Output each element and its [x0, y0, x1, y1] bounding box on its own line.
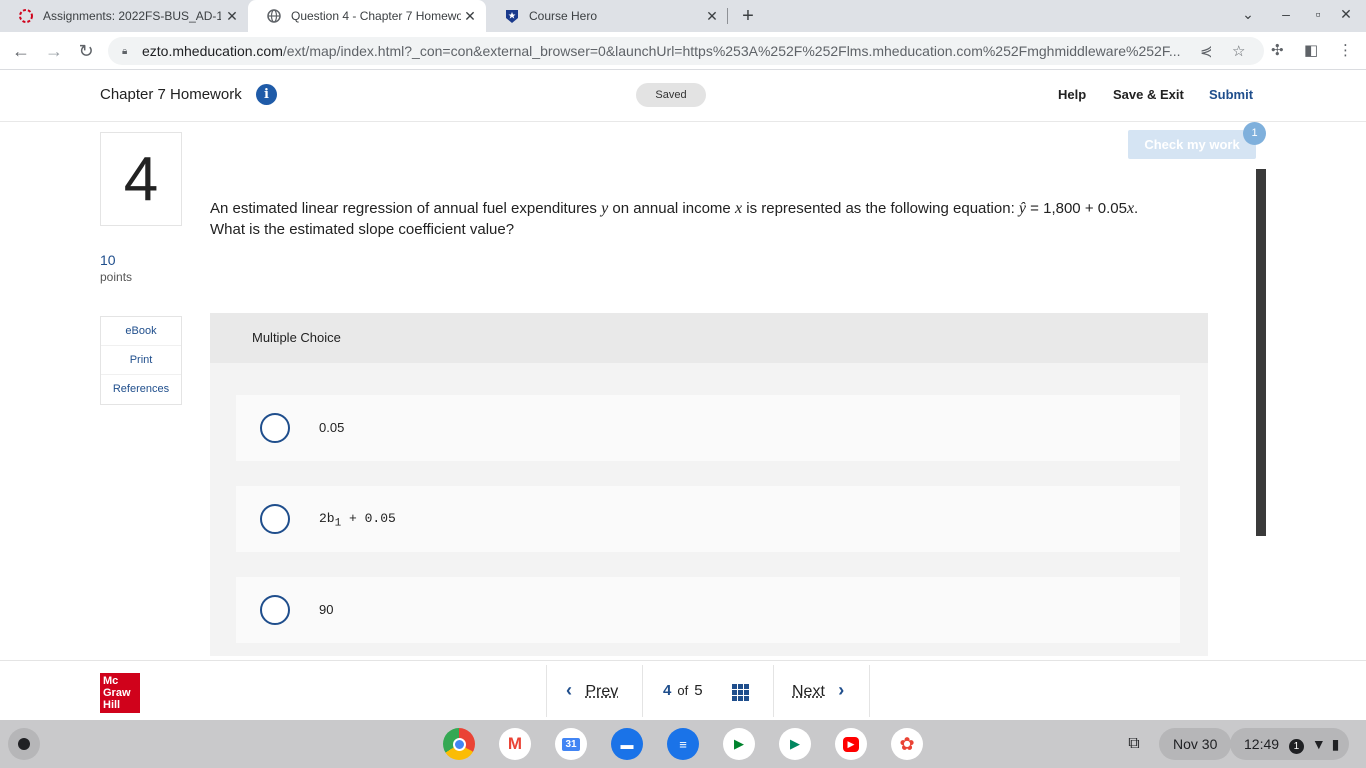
choice-label: 90 [319, 602, 334, 617]
battery-icon: ▮ [1331, 736, 1340, 752]
close-window-icon[interactable]: ✕ [1336, 6, 1356, 23]
assignment-header: Chapter 7 Homework i Saved Help Save & E… [0, 70, 1366, 122]
gmail-icon[interactable]: M [499, 728, 531, 760]
restore-icon[interactable]: ▫ [1308, 6, 1328, 22]
lock-icon: 🔒︎ [122, 45, 128, 57]
back-icon[interactable]: ← [10, 40, 32, 62]
choice-label: 0.05 [319, 420, 345, 435]
help-button[interactable]: Help [1058, 87, 1086, 102]
tab-strip: Assignments: 2022FS-BUS_AD-1 ✕ Question … [0, 0, 1366, 32]
question-number: 4 [100, 132, 182, 226]
check-my-work-button[interactable]: Check my work [1128, 130, 1256, 159]
reload-icon[interactable]: ↻ [75, 40, 97, 62]
tab-divider [727, 8, 728, 24]
divider [642, 665, 643, 717]
course-hero-icon [504, 8, 520, 24]
menu-icon[interactable]: ⋮ [1338, 41, 1353, 59]
globe-icon [266, 8, 282, 24]
bookmark-star-icon[interactable]: ☆ [1232, 42, 1245, 60]
address-bar[interactable]: 🔒︎ ezto.mheducation.com/ext/map/index.ht… [108, 37, 1264, 65]
tab-title: Assignments: 2022FS-BUS_AD-1 [43, 9, 221, 23]
choice-option[interactable]: 2b1 + 0.05 [236, 486, 1180, 552]
minimize-icon[interactable]: – [1276, 6, 1296, 22]
close-icon[interactable]: ✕ [224, 8, 240, 24]
assignment-footer: Mc Graw Hill ‹ Prev 4 of 5 Next › [0, 660, 1366, 720]
share-icon[interactable]: ⋞ [1200, 42, 1213, 60]
calendar-icon[interactable]: 31 [555, 728, 587, 760]
save-exit-button[interactable]: Save & Exit [1113, 87, 1184, 102]
close-icon[interactable]: ✕ [462, 8, 478, 24]
chevron-left-icon: ‹ [566, 680, 572, 700]
tab-question[interactable]: Question 4 - Chapter 7 Homewor ✕ [248, 0, 486, 32]
date-button[interactable]: Nov 30 [1159, 728, 1232, 760]
tab-search-icon[interactable]: ⌄ [1238, 6, 1258, 23]
launcher-icon[interactable] [8, 728, 40, 760]
page-indicator: 4 of 5 [663, 682, 703, 699]
prev-button[interactable]: ‹ Prev [566, 680, 618, 701]
mcgraw-hill-logo: Mc Graw Hill [100, 673, 140, 713]
divider [773, 665, 774, 717]
tab-assignments[interactable]: Assignments: 2022FS-BUS_AD-1 ✕ [0, 0, 248, 32]
references-link[interactable]: References [101, 375, 181, 404]
scrollbar[interactable] [1256, 169, 1266, 536]
choice-option[interactable]: 90 [236, 577, 1180, 643]
submit-button[interactable]: Submit [1209, 87, 1253, 102]
question-text: An estimated linear regression of annual… [210, 200, 1139, 238]
mcgraw-ring-icon [18, 8, 34, 24]
browser-toolbar: ← → ↻ 🔒︎ ezto.mheducation.com/ext/map/in… [0, 32, 1366, 70]
multiple-choice-heading: Multiple Choice [210, 313, 1208, 363]
saved-status-badge: Saved [636, 83, 706, 107]
messages-icon[interactable]: ≡ [667, 728, 699, 760]
notification-badge: 1 [1288, 739, 1304, 754]
points-label: points [100, 270, 133, 284]
new-tab-button[interactable]: + [737, 5, 759, 27]
forward-icon[interactable]: → [43, 40, 65, 62]
meet-icon[interactable]: ▶ [723, 728, 755, 760]
divider [546, 665, 547, 717]
os-shelf: M 31 ▬ ≡ ▶ ▶ ▶ ✿ ⧉ Nov 30 12:49 1 ▼ ▮ [0, 720, 1366, 768]
photos-icon[interactable]: ✿ [891, 728, 923, 760]
print-link[interactable]: Print [101, 346, 181, 375]
extensions-icon[interactable]: ✣ [1271, 41, 1284, 59]
side-panel-icon[interactable]: ◧ [1304, 41, 1318, 59]
url-text: ezto.mheducation.com/ext/map/index.html?… [142, 43, 1181, 59]
chrome-icon[interactable] [443, 728, 475, 760]
tab-title: Question 4 - Chapter 7 Homewor [291, 9, 461, 23]
close-icon[interactable]: ✕ [704, 8, 720, 24]
files-icon[interactable]: ▬ [611, 728, 643, 760]
points-value: 10 [100, 252, 116, 268]
next-button[interactable]: Next › [792, 680, 844, 701]
youtube-icon[interactable]: ▶ [835, 728, 867, 760]
radio-button[interactable] [260, 413, 290, 443]
radio-button[interactable] [260, 504, 290, 534]
ebook-link[interactable]: eBook [101, 317, 181, 346]
tab-course-hero[interactable]: Course Hero ✕ [486, 0, 728, 32]
wifi-icon: ▼ [1311, 736, 1326, 752]
play-store-icon[interactable]: ▶ [779, 728, 811, 760]
status-tray[interactable]: 12:49 1 ▼ ▮ [1230, 728, 1350, 760]
question-prompt: What is the estimated slope coefficient … [210, 221, 515, 238]
tab-title: Course Hero [529, 9, 598, 23]
radio-button[interactable] [260, 595, 290, 625]
assignment-title: Chapter 7 Homework [100, 86, 242, 103]
question-grid-icon[interactable] [732, 684, 749, 701]
choice-label: 2b1 + 0.05 [319, 511, 396, 530]
divider [869, 665, 870, 717]
chevron-right-icon: › [838, 680, 845, 700]
check-attempts-badge: 1 [1243, 122, 1266, 145]
choice-option[interactable]: 0.05 [236, 395, 1180, 461]
resource-links: eBook Print References [100, 316, 182, 405]
info-icon[interactable]: i [256, 84, 277, 105]
holding-space-icon[interactable]: ⧉ [1118, 728, 1150, 760]
